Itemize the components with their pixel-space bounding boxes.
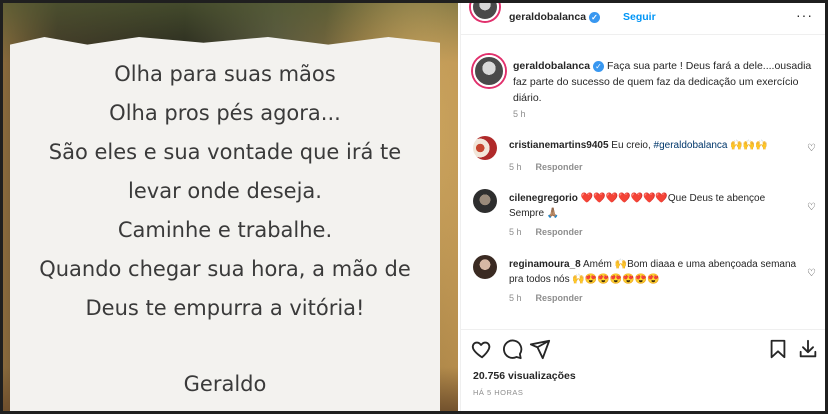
like-comment-heart-icon[interactable]: ♡ xyxy=(807,144,817,154)
quote-line: Olha para suas mãos xyxy=(114,62,336,86)
comment-emoji: 🙌😍😍😍😍😍😍 xyxy=(572,274,660,285)
comment-age[interactable]: 5 h xyxy=(509,227,522,237)
save-bookmark-icon[interactable] xyxy=(767,338,789,360)
comment-item: cilenegregorio ❤️❤️❤️❤️❤️❤️❤️Que Deus te… xyxy=(461,189,825,249)
caption-username[interactable]: geraldobalanca xyxy=(513,60,590,72)
comment-body: cristianemartins9405 Eu creio, #geraldob… xyxy=(509,138,799,153)
views-count[interactable]: 20.756 visualizações xyxy=(473,370,576,382)
comment-username[interactable]: reginamoura_8 xyxy=(509,259,581,270)
comment-emoji: 🙌 xyxy=(614,259,628,270)
comment-text: Eu creio, xyxy=(611,140,654,151)
reply-button[interactable]: Responder xyxy=(536,162,583,172)
verified-badge-icon: ✓ xyxy=(593,60,605,72)
comment-item: reginamoura_8 Amém 🙌Bom diaaa e uma aben… xyxy=(461,255,825,315)
quote-line: Caminhe e trabalhe. xyxy=(117,218,333,242)
download-icon[interactable] xyxy=(797,338,819,360)
author-username-row[interactable]: geraldobalanca ✓ xyxy=(509,11,601,23)
comment-avatar[interactable] xyxy=(473,255,497,279)
like-comment-heart-icon[interactable]: ♡ xyxy=(807,269,817,279)
comment-avatar[interactable] xyxy=(473,189,497,213)
post-image[interactable]: Olha para suas mãos Olha pros pés agora.… xyxy=(3,3,458,411)
quote-line: Olha pros pés agora... xyxy=(109,101,341,125)
post-timestamp[interactable]: HÁ 5 HORAS xyxy=(473,388,523,397)
reply-button[interactable]: Responder xyxy=(536,227,583,237)
comment-bubble-icon[interactable] xyxy=(501,338,523,360)
post-header: geraldobalanca ✓ Seguir ··· xyxy=(461,3,825,35)
torn-paper-card: Olha para suas mãos Olha pros pés agora.… xyxy=(10,37,440,411)
comment-emoji: ❤️❤️❤️❤️❤️❤️❤️ xyxy=(580,193,668,204)
quote-line: Quando chegar sua hora, a mão de xyxy=(39,257,411,281)
comment-meta: 5 h Responder xyxy=(509,293,583,303)
comment-age[interactable]: 5 h xyxy=(509,293,522,303)
caption-avatar[interactable] xyxy=(473,55,505,87)
comment-hashtag[interactable]: #geraldobalanca xyxy=(654,140,728,151)
quote-line: levar onde deseja. xyxy=(128,179,322,203)
follow-button[interactable]: Seguir xyxy=(623,11,656,23)
author-avatar[interactable] xyxy=(471,3,499,21)
author-username[interactable]: geraldobalanca xyxy=(509,11,586,23)
verified-badge-icon: ✓ xyxy=(589,11,601,23)
post-side-panel: geraldobalanca ✓ Seguir ··· geraldobalanc… xyxy=(460,3,825,411)
screenshot-frame: Olha para suas mãos Olha pros pés agora.… xyxy=(0,0,828,414)
share-paper-plane-icon[interactable] xyxy=(529,338,551,360)
comment-body: reginamoura_8 Amém 🙌Bom diaaa e uma aben… xyxy=(509,257,799,287)
quote-text: Olha para suas mãos Olha pros pés agora.… xyxy=(10,55,440,328)
comment-emoji: 🙏🏽 xyxy=(546,208,560,219)
comment-meta: 5 h Responder xyxy=(509,162,583,172)
comment-username[interactable]: cilenegregorio xyxy=(509,193,578,204)
more-options-icon[interactable]: ··· xyxy=(796,7,813,23)
reply-button[interactable]: Responder xyxy=(536,293,583,303)
like-heart-icon[interactable] xyxy=(471,338,493,360)
caption-age[interactable]: 5 h xyxy=(513,109,526,119)
post-actions-bar: 20.756 visualizações HÁ 5 HORAS xyxy=(461,329,825,411)
quote-line: Deus te empurra a vitória! xyxy=(85,296,365,320)
comment-username[interactable]: cristianemartins9405 xyxy=(509,140,609,151)
like-comment-heart-icon[interactable]: ♡ xyxy=(807,203,817,213)
quote-signature: Geraldo xyxy=(183,372,267,396)
comment-avatar[interactable] xyxy=(473,136,497,160)
quote-line: São eles e sua vontade que irá te xyxy=(48,140,402,164)
comment-emoji: 🙌🙌🙌 xyxy=(730,140,768,151)
comment-body: cilenegregorio ❤️❤️❤️❤️❤️❤️❤️Que Deus te… xyxy=(509,191,799,221)
comment-text: Amém xyxy=(582,259,612,270)
comment-meta: 5 h Responder xyxy=(509,227,583,237)
comment-item: cristianemartins9405 Eu creio, #geraldob… xyxy=(461,136,825,196)
post-caption: geraldobalanca ✓ Faça sua parte ! Deus fa… xyxy=(513,58,813,106)
comment-age[interactable]: 5 h xyxy=(509,162,522,172)
